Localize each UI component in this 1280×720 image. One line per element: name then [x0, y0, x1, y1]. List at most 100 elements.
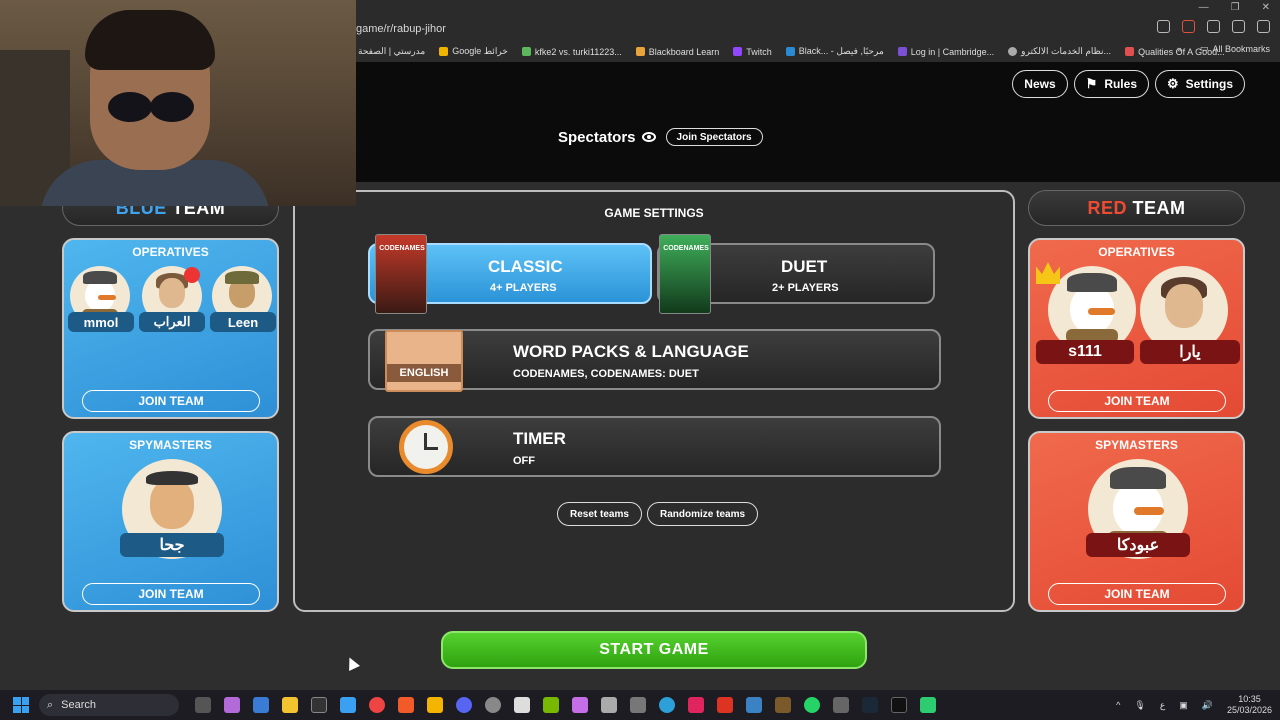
reset-teams-button[interactable]: Reset teams: [557, 502, 642, 526]
steam-icon[interactable]: [862, 697, 878, 713]
red-join-spymasters-button[interactable]: JOIN TEAM: [1048, 583, 1226, 605]
app-icon[interactable]: [427, 697, 443, 713]
bookmark-item[interactable]: Black... - مرحبًا, فيصل: [785, 46, 884, 57]
minecraft-icon[interactable]: [775, 697, 791, 713]
timer-option[interactable]: TIMER OFF: [368, 416, 941, 477]
taskbar-search[interactable]: ⌕ Search: [39, 694, 179, 716]
app-icon[interactable]: [572, 697, 588, 713]
app-icon[interactable]: [688, 697, 704, 713]
volume-icon[interactable]: 🔊: [1202, 700, 1213, 711]
address-bar[interactable]: game/r/rabup-jihor: [356, 17, 1280, 41]
document-icon[interactable]: [514, 697, 530, 713]
discord-icon[interactable]: [456, 697, 472, 713]
mail-icon[interactable]: [601, 697, 617, 713]
language-flag-icon: ENGLISH: [385, 330, 463, 392]
header-buttons: News ⚑ Rules ⚙ Settings: [1012, 70, 1245, 98]
sidebar-icon[interactable]: [1232, 20, 1245, 33]
chrome-icon[interactable]: [369, 697, 385, 713]
bookmark-item[interactable]: نظام الخدمات الالكترو...: [1008, 46, 1111, 57]
nvidia-icon[interactable]: [543, 697, 559, 713]
news-button[interactable]: News: [1012, 70, 1068, 98]
epic-games-icon[interactable]: [311, 697, 327, 713]
share-icon[interactable]: [1157, 20, 1170, 33]
classic-title: CLASSIC: [488, 257, 563, 276]
player-name[interactable]: عبودكا: [1086, 533, 1190, 557]
blue-operatives-card: OPERATIVES mmol العراب Leen JOIN TEAM: [62, 238, 279, 419]
extensions-icon[interactable]: [1207, 20, 1220, 33]
app-icon[interactable]: [833, 697, 849, 713]
blue-join-spymasters-button[interactable]: JOIN TEAM: [82, 583, 260, 605]
screen: — ❐ ✕ game/r/rabup-jihor مدرستي | الصفحة…: [0, 0, 1280, 720]
app-icon[interactable]: [920, 697, 936, 713]
file-explorer-icon[interactable]: [282, 697, 298, 713]
eye-icon: [641, 132, 656, 142]
player-name[interactable]: s111: [1036, 340, 1134, 364]
app-icon[interactable]: [485, 697, 501, 713]
player-name[interactable]: جحا: [120, 533, 224, 557]
app-icon[interactable]: [630, 697, 646, 713]
app-icon[interactable]: [717, 697, 733, 713]
webcam-sunglasses-left: [108, 92, 152, 122]
player-name[interactable]: mmol: [68, 312, 134, 332]
notepad-icon[interactable]: [340, 697, 356, 713]
network-icon[interactable]: ▣: [1179, 700, 1188, 711]
bookmarks-bar: مدرستي | الصفحة Google خرائط kfke2 vs. t…: [356, 43, 1280, 60]
start-game-button[interactable]: START GAME: [441, 631, 867, 669]
bookmark-item[interactable]: Twitch: [733, 47, 772, 57]
stopwatch-icon: [399, 420, 453, 474]
blue-operatives-label: OPERATIVES: [132, 245, 209, 259]
bookmark-item[interactable]: Log in | Cambridge...: [897, 47, 994, 57]
webcam-person-hair: [85, 10, 215, 70]
microphone-icon[interactable]: 🎙: [1134, 700, 1145, 711]
app-icon[interactable]: [891, 697, 907, 713]
bookmark-item[interactable]: Blackboard Learn: [635, 47, 719, 57]
app-icon[interactable]: [746, 697, 762, 713]
bookmark-item[interactable]: kfke2 vs. turki11223...: [521, 47, 622, 57]
all-bookmarks[interactable]: » ▭ All Bookmarks: [1177, 43, 1270, 54]
timer-title: TIMER: [513, 429, 566, 448]
spectators-label: Spectators: [558, 128, 636, 146]
whatsapp-icon[interactable]: [804, 697, 820, 713]
system-tray: ^ 🎙 ع ▣ 🔊 10:35 25/03/2026: [1116, 690, 1272, 720]
windows-start-icon[interactable]: [13, 697, 29, 713]
restore-icon[interactable]: ❐: [1231, 2, 1240, 13]
randomize-teams-button[interactable]: Randomize teams: [647, 502, 759, 526]
classic-subtitle: 4+ PLAYERS: [490, 282, 557, 294]
webcam-overlay: [0, 0, 356, 206]
language-indicator[interactable]: ع: [1160, 700, 1165, 711]
app-icon[interactable]: [224, 697, 240, 713]
bookmark-item[interactable]: Google خرائط: [439, 46, 508, 57]
crown-icon: [1036, 262, 1060, 284]
browser-toolbar: [1157, 20, 1270, 33]
app-icon[interactable]: [195, 697, 211, 713]
folder-icon: ▭: [1199, 43, 1209, 53]
player-name[interactable]: يارا: [1140, 340, 1240, 364]
settings-button[interactable]: ⚙ Settings: [1155, 70, 1245, 98]
game-settings-panel: GAME SETTINGS CLASSIC 4+ PLAYERS CODENAM…: [293, 190, 1015, 612]
player-name[interactable]: العراب: [139, 312, 205, 332]
blue-join-operatives-button[interactable]: JOIN TEAM: [82, 390, 260, 412]
clock[interactable]: 10:35 25/03/2026: [1227, 694, 1272, 716]
rules-button[interactable]: ⚑ Rules: [1073, 70, 1149, 98]
red-join-operatives-button[interactable]: JOIN TEAM: [1048, 390, 1226, 412]
bookmark-item[interactable]: مدرستي | الصفحة: [358, 46, 425, 57]
red-spymasters-card: SPYMASTERS عبودكا JOIN TEAM: [1028, 431, 1245, 612]
blue-spymasters-label: SPYMASTERS: [129, 438, 212, 452]
red-operatives-card: OPERATIVES s111 يارا JOIN TEAM: [1028, 238, 1245, 419]
store-icon[interactable]: [253, 697, 269, 713]
player-name[interactable]: Leen: [210, 312, 276, 332]
windows-taskbar: ⌕ Search ^ 🎙 ع ▣ 🔊 10:35 25/03/2026: [0, 690, 1280, 720]
globe-icon: [1008, 47, 1018, 56]
codenames-box-icon: CODENAMES: [375, 234, 427, 314]
join-spectators-button[interactable]: Join Spectators: [665, 128, 763, 146]
edge-icon[interactable]: [659, 697, 675, 713]
brave-icon[interactable]: [398, 697, 414, 713]
chevron-right-icon: »: [1176, 43, 1182, 54]
close-icon[interactable]: ✕: [1262, 2, 1270, 13]
codenames-duet-box-icon: CODENAMES: [659, 234, 711, 314]
menu-icon[interactable]: [1257, 20, 1270, 33]
brave-shield-icon[interactable]: [1182, 20, 1195, 33]
minimize-icon[interactable]: —: [1199, 2, 1209, 13]
taskbar-apps: [195, 697, 936, 713]
chevron-up-icon[interactable]: ^: [1116, 700, 1120, 710]
